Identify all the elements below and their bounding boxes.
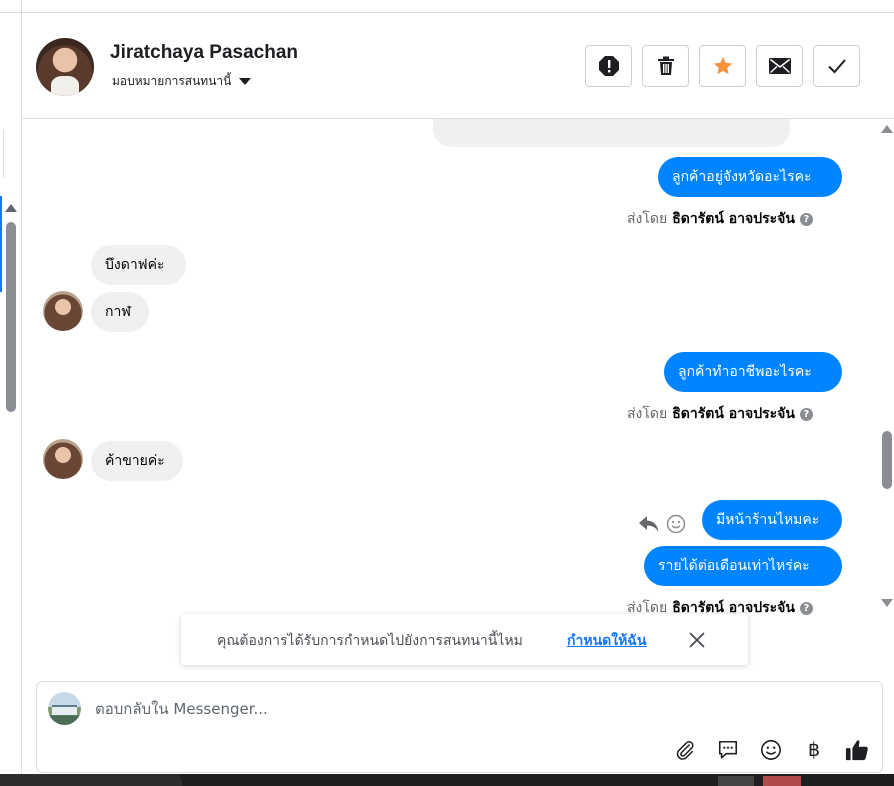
selected-indicator [0, 196, 2, 292]
reply-composer: ฿ [36, 681, 883, 773]
baht-icon: ฿ [807, 739, 821, 761]
composer-toolbar: ฿ [673, 738, 869, 762]
mark-unread-button[interactable] [756, 45, 803, 87]
thumbs-up-icon [845, 740, 868, 761]
mark-spam-button[interactable] [585, 45, 632, 87]
page-avatar [48, 692, 81, 725]
close-icon[interactable] [687, 630, 707, 650]
star-icon [713, 56, 732, 75]
caret-down-icon [239, 78, 252, 85]
conversation-list-edge [0, 0, 22, 786]
sent-by-prefix: ส่งโดย [627, 211, 668, 227]
sent-by-label: ส่งโดย ธิดารัตน์ อาจประจัน ? [627, 208, 813, 230]
agent-name: ธิดารัตน์ อาจประจัน [672, 211, 795, 227]
taskbar-search[interactable] [0, 774, 182, 786]
conversation-header: Jiratchaya Pasachan มอบหมายการสนทนานี้ [22, 13, 894, 119]
previous-message-bubble [433, 119, 790, 147]
saved-reply-icon [718, 740, 738, 759]
agent-name: ธิดารัตน์ อาจประจัน [672, 406, 795, 422]
incoming-message[interactable]: บึงดาฟค่ะ [91, 245, 186, 285]
divider [0, 12, 22, 13]
thread-scrollbar-thumb[interactable] [882, 431, 892, 489]
outgoing-message[interactable]: มีหน้าร้านไหมคะ [702, 500, 842, 540]
list-scroll-up-arrow[interactable] [5, 204, 17, 212]
assign-conversation-dropdown[interactable]: มอบหมายการสนทนานี้ [112, 72, 252, 91]
sent-by-prefix: ส่งโดย [627, 406, 668, 422]
message-hover-tools [638, 514, 686, 534]
assign-to-me-prompt: คุณต้องการได้รับการกำหนดไปยังการสนทนานี้… [181, 614, 748, 665]
star-button[interactable] [699, 45, 746, 87]
emoji-button[interactable] [759, 738, 783, 762]
spam-icon [598, 56, 619, 76]
sent-by-label: ส่งโดย ธิดารัตน์ อาจประจัน ? [627, 403, 813, 425]
contact-name[interactable]: Jiratchaya Pasachan [110, 42, 298, 64]
reply-icon[interactable] [638, 514, 660, 534]
messenger-inbox: Jiratchaya Pasachan มอบหมายการสนทนานี้ ล… [0, 0, 894, 786]
reply-input[interactable] [95, 700, 795, 718]
delete-button[interactable] [642, 45, 689, 87]
contact-avatar-small [43, 439, 83, 479]
check-icon [827, 59, 846, 74]
list-scrollbar-thumb[interactable] [6, 222, 16, 412]
assign-to-me-link[interactable]: กำหนดให้ฉัน [567, 630, 646, 652]
attachment-icon [676, 741, 694, 760]
outgoing-message[interactable]: ลูกค้าอยู่จังหวัดอะไรคะ [658, 157, 842, 197]
attach-button[interactable] [673, 738, 697, 762]
outgoing-message[interactable]: รายได้ต่อเดือนเท่าไหร่คะ [644, 546, 842, 586]
payment-button[interactable]: ฿ [802, 738, 826, 762]
send-like-button[interactable] [845, 738, 869, 762]
incoming-message[interactable]: กาฬ [91, 292, 149, 332]
thread-scroll-up-arrow[interactable] [881, 125, 893, 133]
envelope-icon [768, 58, 791, 74]
thread-scroll-down-arrow[interactable] [881, 599, 893, 607]
assign-label: มอบหมายการสนทนานี้ [112, 74, 232, 88]
contact-avatar-small [43, 291, 83, 331]
help-icon[interactable]: ? [799, 407, 813, 421]
taskbar-app[interactable] [763, 776, 801, 786]
contact-avatar[interactable] [36, 38, 94, 96]
saved-replies-button[interactable] [716, 738, 740, 762]
panel-notch [0, 130, 4, 178]
outgoing-message[interactable]: ลูกค้าทำอาชีพอะไรคะ [664, 352, 842, 392]
trash-icon [657, 56, 674, 75]
help-icon[interactable]: ? [799, 601, 813, 615]
mark-done-button[interactable] [813, 45, 860, 87]
emoji-icon [761, 740, 781, 760]
react-emoji-icon[interactable] [666, 514, 686, 534]
os-taskbar [0, 774, 894, 786]
taskbar-app[interactable] [718, 776, 754, 786]
incoming-message[interactable]: ค้าขายค่ะ [91, 441, 183, 481]
assign-prompt-text: คุณต้องการได้รับการกำหนดไปยังการสนทนานี้… [217, 633, 523, 649]
header-actions [585, 45, 860, 87]
help-icon[interactable]: ? [799, 212, 813, 226]
